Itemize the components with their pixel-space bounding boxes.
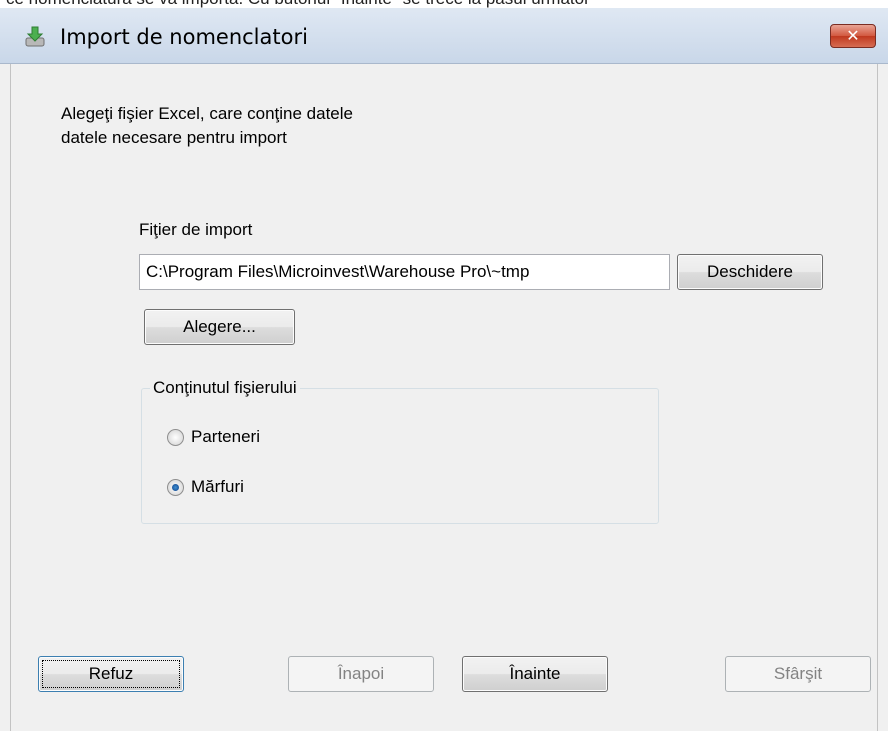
import-file-path-input[interactable] xyxy=(139,254,670,290)
document-text: ce nomenclatură se va importa. Cu butonu… xyxy=(6,0,590,8)
dialog-body: Alegeţi fişier Excel, care conţine datel… xyxy=(10,64,878,731)
radio-label-partners: Parteneri xyxy=(191,427,260,446)
radio-label-goods: Mărfuri xyxy=(191,477,244,496)
close-icon: ✕ xyxy=(846,26,860,45)
document-text-strip: ce nomenclatură se va importa. Cu butonu… xyxy=(0,0,888,8)
instructions-text: Alegeţi fişier Excel, care conţine datel… xyxy=(61,104,353,147)
radio-goods[interactable]: Mărfuri xyxy=(167,477,244,497)
finish-button[interactable]: Sfârşit xyxy=(725,656,871,692)
import-file-label: Fiţier de import xyxy=(139,220,253,239)
choose-button[interactable]: Alegere... xyxy=(144,309,295,345)
import-arrow-icon xyxy=(25,26,45,47)
radio-partners[interactable]: Parteneri xyxy=(167,427,260,447)
radio-button-partners[interactable] xyxy=(167,428,184,446)
next-button[interactable]: Înainte xyxy=(462,656,608,692)
file-content-group: Conţinutul fişierului Parteneri Mărfuri xyxy=(141,378,659,524)
refuse-button[interactable]: Refuz xyxy=(38,656,184,692)
close-button[interactable]: ✕ xyxy=(830,24,876,48)
open-button[interactable]: Deschidere xyxy=(677,254,823,290)
window-title: Import de nomenclatori xyxy=(60,25,308,49)
title-bar: Import de nomenclatori ✕ xyxy=(0,8,888,64)
import-dialog: Import de nomenclatori ✕ Alegeţi fişier … xyxy=(0,8,888,731)
file-content-group-title: Conţinutul fişierului xyxy=(150,378,300,398)
radio-button-goods[interactable] xyxy=(167,478,184,496)
back-button[interactable]: Înapoi xyxy=(288,656,434,692)
